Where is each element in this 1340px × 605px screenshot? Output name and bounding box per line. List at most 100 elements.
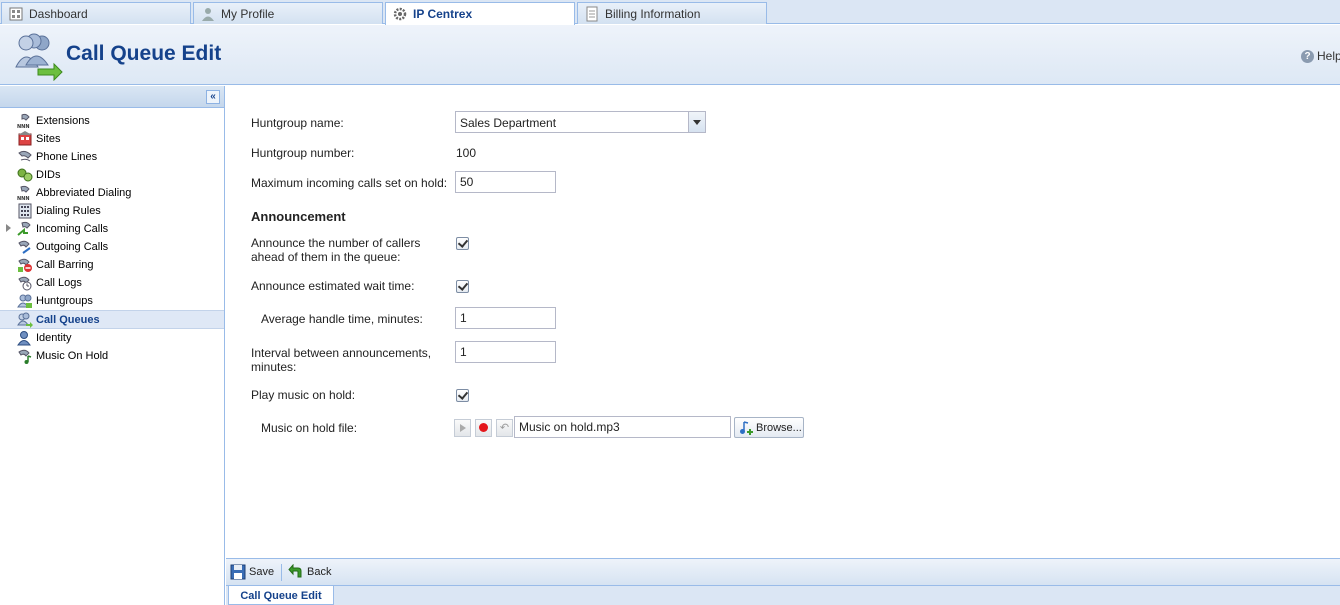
sidebar-item-call-barring[interactable]: Call Barring	[0, 256, 224, 274]
help-label: Help	[1317, 49, 1340, 63]
sidebar-item-call-queues[interactable]: Call Queues	[0, 310, 224, 329]
sidebar-item-huntgroups[interactable]: Huntgroups	[0, 292, 224, 310]
announce-wait-label: Announce estimated wait time:	[251, 279, 415, 293]
expand-arrow-icon[interactable]	[6, 224, 11, 232]
toolbar-separator	[281, 564, 282, 581]
browse-label: Browse...	[756, 421, 802, 434]
sidebar-item-label: Outgoing Calls	[36, 241, 109, 253]
browse-button[interactable]: Browse...	[734, 417, 804, 438]
sidebar-item-outgoing-calls[interactable]: Outgoing Calls	[0, 238, 224, 256]
tab-dashboard[interactable]: Dashboard	[1, 2, 191, 24]
page-title: Call Queue Edit	[66, 42, 222, 65]
interval-label-line2: minutes:	[251, 360, 297, 374]
huntgroup-number-value: 100	[456, 146, 477, 160]
sidebar-item-label: Phone Lines	[36, 151, 98, 163]
sidebar-item-label: Incoming Calls	[36, 223, 109, 235]
huntgroup-number-label: Huntgroup number:	[251, 146, 355, 160]
gear-icon	[393, 7, 407, 21]
avg-handle-input[interactable]	[455, 307, 556, 329]
huntgroup-name-label: Huntgroup name:	[251, 116, 344, 130]
call-barring-icon	[18, 258, 32, 272]
incoming-calls-icon	[17, 221, 31, 236]
tab-ip-centrex[interactable]: IP Centrex	[385, 2, 575, 25]
sidebar-item-label: Call Barring	[36, 259, 94, 271]
call-queue-icon	[15, 33, 63, 81]
play-moh-label: Play music on hold:	[251, 388, 356, 402]
extensions-icon: NNN	[17, 113, 30, 129]
call-logs-icon	[18, 276, 32, 291]
sidebar-nav: NNN Extensions Sites Phone Lines DIDs NN…	[0, 108, 224, 365]
save-button[interactable]: Save	[230, 564, 274, 580]
announce-callers-label-line1: Announce the number of callers	[251, 236, 421, 250]
sidebar-item-dialing-rules[interactable]: Dialing Rules	[0, 202, 224, 220]
tab-call-queue-edit[interactable]: Call Queue Edit	[228, 586, 334, 605]
interval-label-line1: Interval between announcements,	[251, 346, 432, 360]
chevron-down-icon[interactable]	[688, 112, 705, 132]
sidebar-item-label: Sites	[36, 133, 61, 145]
music-add-icon	[740, 420, 753, 435]
sidebar-item-label: DIDs	[36, 169, 61, 181]
sidebar-item-incoming-calls[interactable]: Incoming Calls	[0, 220, 224, 238]
sidebar-item-extensions[interactable]: NNN Extensions	[0, 112, 224, 130]
tab-my-profile[interactable]: My Profile	[193, 2, 383, 24]
play-moh-checkbox[interactable]	[456, 389, 469, 402]
sidebar-item-label: Music On Hold	[36, 350, 109, 362]
phone-lines-icon	[18, 150, 32, 162]
sidebar-item-phone-lines[interactable]: Phone Lines	[0, 148, 224, 166]
back-label: Back	[307, 566, 332, 578]
announce-callers-checkbox[interactable]	[456, 237, 469, 250]
avg-handle-label: Average handle time, minutes:	[261, 312, 423, 326]
sidebar-item-label: Extensions	[36, 115, 90, 127]
sidebar-item-call-logs[interactable]: Call Logs	[0, 274, 224, 292]
play-icon[interactable]	[454, 419, 471, 437]
announce-callers-label: Announce the number of callers ahead of …	[251, 236, 420, 264]
outgoing-calls-icon	[18, 240, 31, 254]
announce-callers-label-line2: ahead of them in the queue:	[251, 250, 401, 264]
huntgroups-icon	[17, 294, 32, 308]
page-header: Call Queue Edit ? Help	[0, 25, 1340, 85]
help-icon: ?	[1301, 49, 1314, 63]
double-chevron-left-icon[interactable]: «	[206, 90, 220, 104]
back-arrow-icon	[288, 564, 302, 578]
max-calls-input[interactable]	[455, 171, 556, 193]
announce-wait-checkbox[interactable]	[456, 280, 469, 293]
user-icon	[202, 7, 214, 21]
moh-file-input[interactable]	[514, 416, 731, 438]
tab-label: My Profile	[221, 6, 275, 21]
call-queues-icon	[17, 312, 33, 328]
sidebar-item-music-on-hold[interactable]: Music On Hold	[0, 347, 224, 365]
back-button[interactable]: Back	[288, 564, 331, 580]
tab-label: Billing Information	[605, 6, 701, 21]
sidebar-item-label: Call Logs	[36, 277, 82, 289]
interval-input[interactable]	[455, 341, 556, 363]
svg-text:NNN: NNN	[17, 196, 30, 201]
sidebar-header: «	[0, 86, 224, 108]
sidebar-item-identity[interactable]: Identity	[0, 329, 224, 347]
sidebar-item-abbreviated-dialing[interactable]: NNN Abbreviated Dialing	[0, 184, 224, 202]
bottom-tab-bar: Call Queue Edit	[226, 586, 1340, 605]
bottom-toolbar: Save Back	[226, 558, 1340, 586]
sidebar-item-label: Call Queues	[36, 313, 100, 326]
tab-label: IP Centrex	[413, 7, 473, 21]
identity-icon	[17, 331, 31, 346]
huntgroup-name-select[interactable]: Sales Department	[455, 111, 706, 133]
help-link[interactable]: ? Help	[1301, 49, 1340, 63]
interval-label: Interval between announcements, minutes:	[251, 346, 431, 374]
sidebar-item-label: Huntgroups	[36, 295, 93, 307]
sites-icon	[18, 131, 32, 146]
undo-icon[interactable]: ↶	[496, 419, 513, 437]
tab-billing-information[interactable]: Billing Information	[577, 2, 767, 24]
huntgroup-name-value: Sales Department	[460, 116, 557, 130]
sidebar-item-dids[interactable]: DIDs	[0, 166, 224, 184]
sidebar-item-sites[interactable]: Sites	[0, 130, 224, 148]
music-on-hold-icon	[18, 349, 32, 364]
sidebar-item-label: Identity	[36, 332, 72, 344]
sidebar-item-label: Dialing Rules	[36, 205, 101, 217]
document-icon	[586, 6, 598, 21]
sidebar: « NNN Extensions Sites Phone Lines DIDs …	[0, 86, 225, 605]
floppy-disk-icon	[230, 564, 246, 580]
save-label: Save	[249, 566, 275, 578]
record-icon[interactable]	[475, 419, 492, 437]
moh-file-label: Music on hold file:	[261, 421, 358, 435]
dialing-rules-icon	[18, 203, 32, 219]
